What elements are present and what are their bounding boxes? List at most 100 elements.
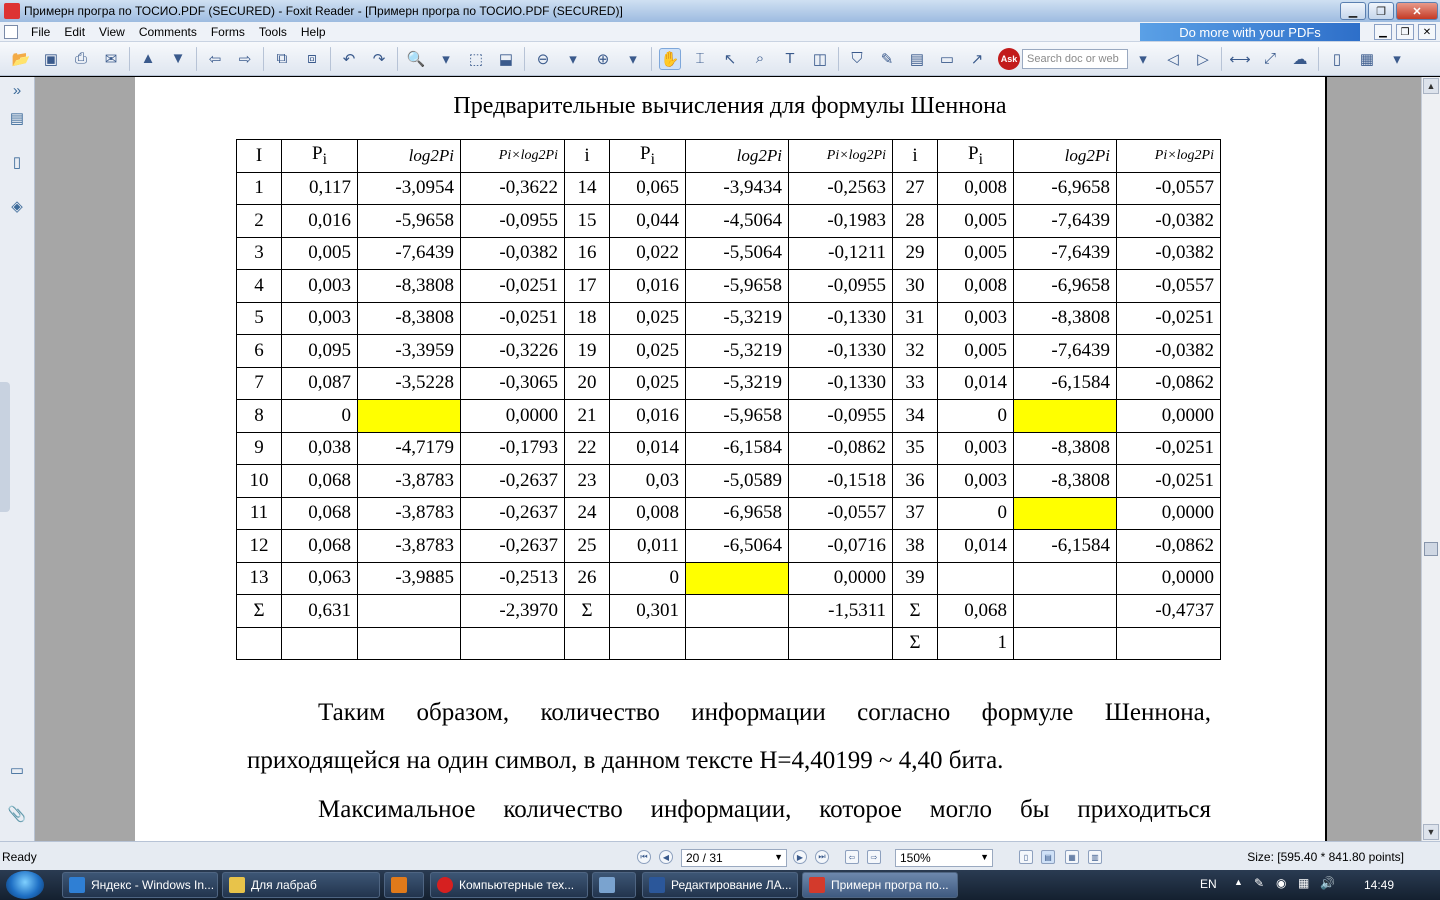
extract-icon[interactable]: ⧉: [271, 48, 293, 70]
menu-forms[interactable]: Forms: [204, 25, 252, 39]
next-page-icon[interactable]: ▶: [793, 850, 807, 864]
menu-help[interactable]: Help: [294, 25, 333, 39]
zoom-in-dropdown-icon[interactable]: ▾: [622, 48, 644, 70]
expand-panel-icon[interactable]: »: [7, 79, 27, 101]
doc-restore-button[interactable]: ❐: [1396, 24, 1414, 40]
attachments-icon[interactable]: 📎: [7, 803, 27, 825]
tray-utorrent-icon[interactable]: ◉: [1276, 876, 1286, 890]
continuous-icon[interactable]: ▤: [1041, 850, 1055, 864]
continuous-facing-icon[interactable]: ▥: [1088, 850, 1102, 864]
print-icon[interactable]: ⎙: [70, 48, 92, 70]
search-dropdown-icon[interactable]: ▾: [1132, 48, 1154, 70]
binoculars-icon[interactable]: ⌕: [749, 48, 771, 70]
scroll-thumb[interactable]: [1424, 542, 1438, 556]
select-text-icon[interactable]: ⌶: [689, 48, 711, 70]
task-yandex-ie[interactable]: Яндекс - Windows In...: [62, 872, 218, 898]
scroll-down-icon[interactable]: ▼: [1423, 824, 1439, 840]
network-icon[interactable]: ▦: [1298, 876, 1309, 890]
comments-icon[interactable]: ▭: [7, 759, 27, 781]
zoom-in-icon[interactable]: ⊕: [592, 48, 614, 70]
pencil-icon[interactable]: ✎: [876, 48, 898, 70]
language-indicator[interactable]: EN: [1200, 877, 1217, 891]
next-result-icon[interactable]: ▷: [1192, 48, 1214, 70]
toolbar-options-icon[interactable]: ▾: [1386, 48, 1408, 70]
fit-width-icon[interactable]: ⬓: [495, 48, 517, 70]
prev-result-icon[interactable]: ◁: [1162, 48, 1184, 70]
grid-view-icon[interactable]: ▦: [1356, 48, 1378, 70]
page-down-icon[interactable]: ▼: [167, 48, 189, 70]
zoom-dropdown-icon[interactable]: ▼: [980, 852, 989, 862]
stamp-icon[interactable]: ⛉: [846, 48, 868, 70]
minimize-button[interactable]: ▁: [1340, 2, 1366, 20]
split-icon[interactable]: ⧈: [301, 48, 323, 70]
connector-icon[interactable]: ⤢: [1259, 48, 1281, 70]
fit-page-icon[interactable]: ⬚: [465, 48, 487, 70]
page-dropdown-icon[interactable]: ▼: [774, 852, 783, 862]
next-view-icon[interactable]: ⇨: [867, 850, 881, 864]
snapshot-icon[interactable]: ◫: [809, 48, 831, 70]
ask-icon[interactable]: Ask: [998, 47, 1020, 70]
open-icon[interactable]: 📂: [10, 48, 32, 70]
page-view-icon[interactable]: ▯: [1326, 48, 1348, 70]
task-tool[interactable]: [592, 872, 636, 898]
doc-close-button[interactable]: ✕: [1418, 24, 1436, 40]
facing-icon[interactable]: ▦: [1065, 850, 1079, 864]
save-icon[interactable]: ▣: [40, 48, 62, 70]
cloud-icon[interactable]: ☁: [1289, 48, 1311, 70]
single-page-icon[interactable]: ▯: [1019, 850, 1033, 864]
task-word[interactable]: Редактирование ЛА...: [642, 872, 798, 898]
back-icon[interactable]: ⇦: [204, 48, 226, 70]
start-button[interactable]: [6, 871, 44, 899]
zoom-out-dropdown-icon[interactable]: ▾: [562, 48, 584, 70]
typewriter-icon[interactable]: T: [779, 48, 801, 70]
tray-expand-icon[interactable]: ▲: [1234, 877, 1243, 887]
zoom-out-icon[interactable]: ⊖: [532, 48, 554, 70]
task-opera[interactable]: Компьютерные тех...: [430, 872, 588, 898]
vertical-scrollbar[interactable]: ▲ ▼: [1421, 77, 1440, 841]
pages-icon[interactable]: ▯: [7, 151, 27, 173]
measure-icon[interactable]: ⟷: [1229, 48, 1251, 70]
undo-icon[interactable]: ↶: [338, 48, 360, 70]
menu-file[interactable]: File: [24, 25, 57, 39]
table-row: 2 0,016 -5,9658 -0,0955 15 0,044 -4,5064 -0,198…: [236, 204, 1221, 238]
zoom-in-tool-icon[interactable]: 🔍: [405, 48, 427, 70]
textbox-icon[interactable]: ▤: [906, 48, 928, 70]
bookmarks-icon[interactable]: ▤: [7, 107, 27, 129]
maximize-button[interactable]: ❐: [1368, 2, 1394, 20]
menu-tools[interactable]: Tools: [252, 25, 294, 39]
clock[interactable]: 14:49: [1364, 878, 1394, 892]
menu-comments[interactable]: Comments: [132, 25, 204, 39]
doc-minimize-button[interactable]: ▁: [1374, 24, 1392, 40]
page-up-icon[interactable]: ▲: [137, 48, 159, 70]
page-number-field[interactable]: 20 / 31 ▼: [681, 849, 787, 867]
panel-resize-handle[interactable]: [0, 382, 10, 512]
scroll-up-icon[interactable]: ▲: [1423, 78, 1439, 94]
note-icon[interactable]: ▭: [936, 48, 958, 70]
arrow-tool-icon[interactable]: ↗: [966, 48, 988, 70]
volume-icon[interactable]: 🔊: [1320, 876, 1335, 890]
hand-tool-icon[interactable]: ✋: [659, 47, 681, 70]
task-folder[interactable]: Для лабраб: [222, 872, 380, 898]
email-icon[interactable]: ✉: [100, 48, 122, 70]
select-icon[interactable]: ↖: [719, 48, 741, 70]
menu-view[interactable]: View: [92, 25, 132, 39]
document-icon[interactable]: [4, 24, 18, 39]
tray-app-icon[interactable]: ✎: [1254, 876, 1264, 890]
word-icon: [649, 877, 665, 893]
last-page-icon[interactable]: ⏭: [815, 850, 829, 864]
prev-view-icon[interactable]: ⇦: [845, 850, 859, 864]
menu-edit[interactable]: Edit: [57, 25, 92, 39]
zoom-dropdown-icon[interactable]: ▾: [435, 48, 457, 70]
prev-page-icon[interactable]: ◀: [659, 850, 673, 864]
document-viewer[interactable]: Предварительные вычисления для формулы Ш…: [35, 77, 1421, 841]
close-button[interactable]: ✕: [1396, 2, 1438, 20]
forward-icon[interactable]: ⇨: [234, 48, 256, 70]
zoom-field[interactable]: 150% ▼: [895, 849, 993, 867]
redo-icon[interactable]: ↷: [368, 48, 390, 70]
first-page-icon[interactable]: ⏮: [637, 850, 651, 864]
task-foxit[interactable]: Примерн програ по...: [802, 872, 958, 898]
layers-icon[interactable]: ◈: [7, 195, 27, 217]
search-input[interactable]: Search doc or web: [1022, 48, 1128, 69]
ad-banner[interactable]: Do more with your PDFs: [1140, 23, 1360, 41]
task-media[interactable]: [384, 872, 424, 898]
